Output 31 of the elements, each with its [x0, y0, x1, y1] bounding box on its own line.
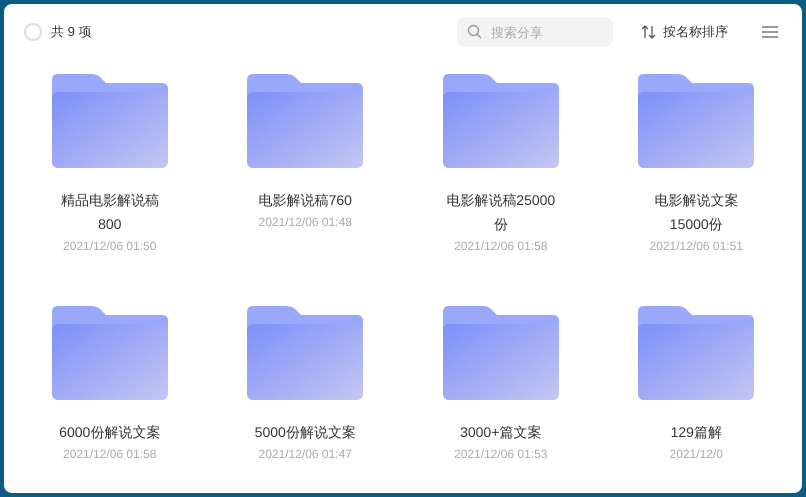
folder-date: 2021/12/0 [670, 446, 723, 463]
folder-date: 2021/12/06 01:51 [650, 238, 743, 255]
folder-icon[interactable] [247, 306, 364, 400]
folder-name[interactable]: 5000份解说文案 [245, 420, 366, 444]
folder-icon[interactable] [638, 306, 754, 400]
select-all-checkbox[interactable] [24, 23, 42, 41]
folder-name[interactable]: 电影解说稿25000份 [440, 188, 561, 236]
sort-button[interactable]: 按名称排序 [641, 22, 728, 42]
folder-date: 2021/12/06 01:58 [454, 238, 548, 255]
folder-icon[interactable] [52, 74, 168, 168]
sort-icon [641, 25, 657, 39]
folder-date: 2021/12/06 01:53 [454, 446, 548, 463]
folder-icon[interactable] [442, 306, 559, 400]
folder-date: 2021/12/06 01:47 [258, 446, 352, 463]
item-count: 共 9 项 [51, 23, 92, 42]
folder-date: 2021/12/06 01:50 [63, 238, 156, 255]
folder-name[interactable]: 6000份解说文案 [50, 420, 170, 444]
folder-date: 2021/12/06 01:58 [63, 446, 156, 463]
folder-icon[interactable] [52, 306, 168, 400]
folder-name[interactable]: 电影解说文案15000份 [636, 188, 756, 236]
folder-icon[interactable] [442, 74, 559, 168]
folder-name[interactable]: 3000+篇文案 [440, 420, 561, 444]
search-field[interactable]: 搜索分享 [457, 17, 613, 47]
folder-name[interactable]: 电影解说稿760 [245, 188, 366, 212]
folder-icon[interactable] [247, 74, 364, 168]
folder-name[interactable]: 精品电影解说稿800 [50, 188, 170, 236]
menu-icon[interactable] [762, 26, 778, 38]
folder-name[interactable]: 129篇解 [636, 420, 756, 444]
search-icon [467, 24, 483, 40]
folder-icon[interactable] [638, 74, 754, 168]
folder-date: 2021/12/06 01:48 [258, 214, 352, 231]
